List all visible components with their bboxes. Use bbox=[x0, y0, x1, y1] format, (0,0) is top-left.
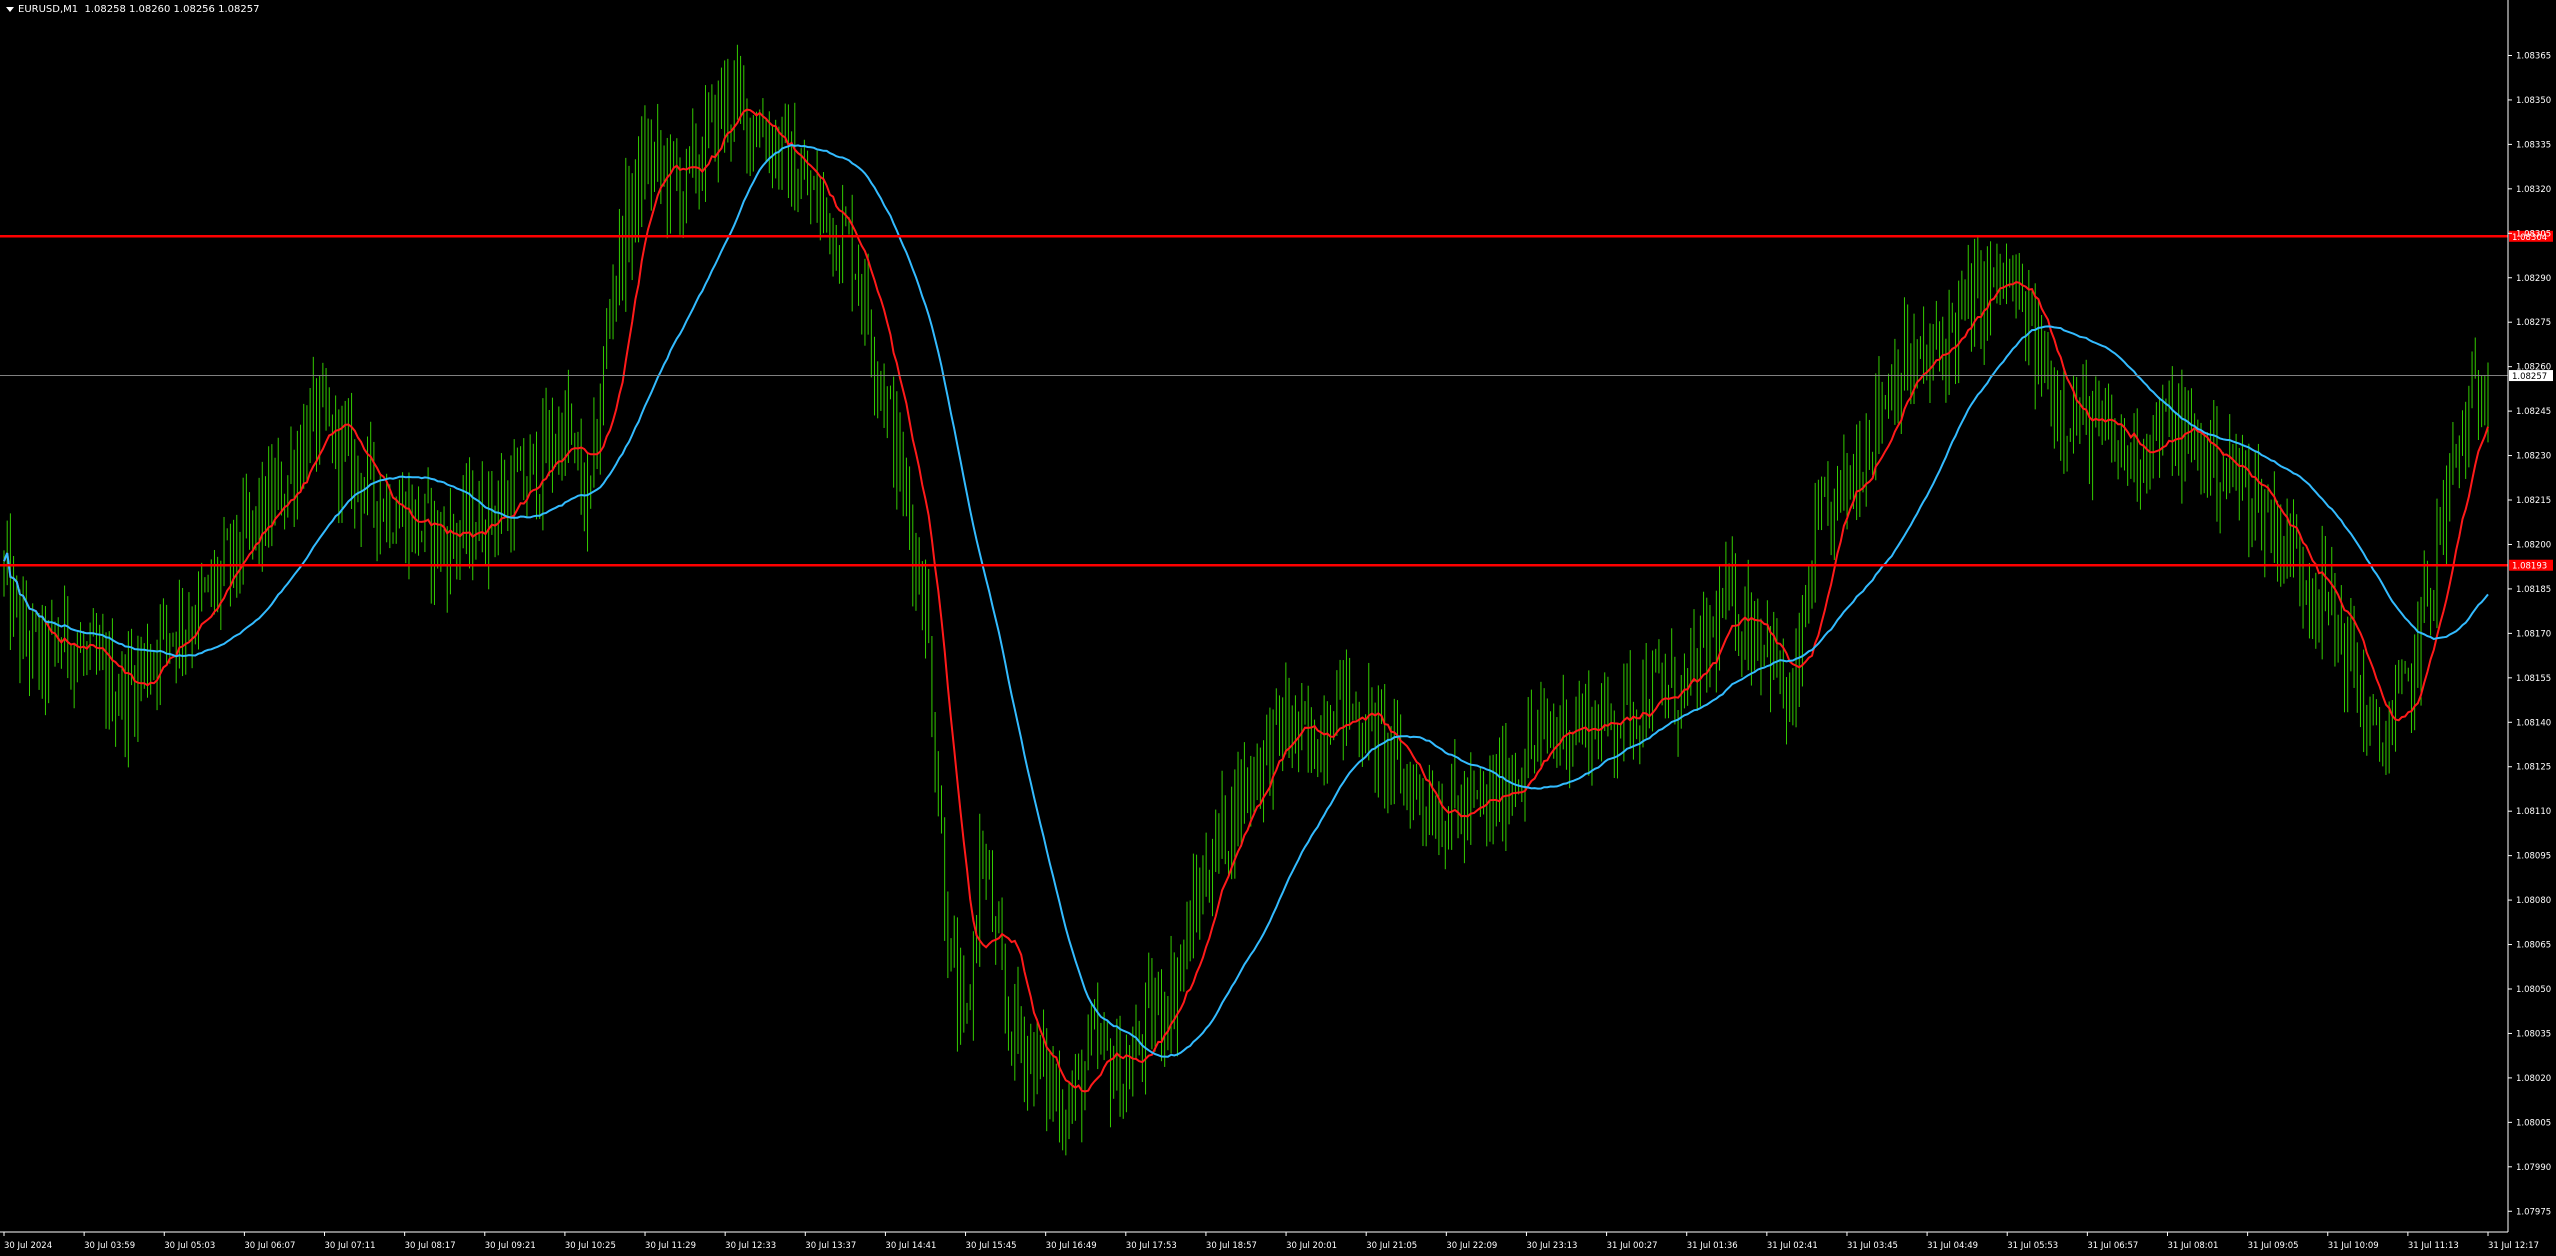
time-tick-label: 30 Jul 06:07 bbox=[244, 1241, 295, 1251]
time-tick-label: 30 Jul 14:41 bbox=[885, 1241, 936, 1251]
time-tick-label: 30 Jul 23:13 bbox=[1526, 1241, 1577, 1251]
chart-background bbox=[0, 0, 2556, 1256]
time-tick-label: 30 Jul 07:11 bbox=[325, 1241, 376, 1251]
price-tick-label: 1.08185 bbox=[2516, 585, 2551, 595]
time-tick-label: 30 Jul 09:21 bbox=[485, 1241, 536, 1251]
time-tick-label: 31 Jul 03:45 bbox=[1847, 1241, 1898, 1251]
time-tick-label: 31 Jul 02:41 bbox=[1767, 1241, 1818, 1251]
price-tick-label: 1.08170 bbox=[2516, 629, 2551, 639]
price-tick-label: 1.08050 bbox=[2516, 985, 2551, 995]
price-chart[interactable]: 1.083041.081931.08257 1.083651.083501.08… bbox=[0, 0, 2556, 1256]
price-tick-label: 1.08350 bbox=[2516, 96, 2551, 106]
price-tick-label: 1.08245 bbox=[2516, 407, 2551, 417]
price-tick-label: 1.08305 bbox=[2516, 229, 2551, 239]
price-tick-label: 1.08110 bbox=[2516, 807, 2551, 817]
price-tick-label: 1.08005 bbox=[2516, 1118, 2551, 1128]
dropdown-arrow-icon[interactable] bbox=[6, 6, 14, 12]
time-tick-label: 31 Jul 00:27 bbox=[1607, 1241, 1658, 1251]
ohlc-values: 1.08258 1.08260 1.08256 1.08257 bbox=[84, 4, 260, 15]
time-tick-label: 30 Jul 20:01 bbox=[1286, 1241, 1337, 1251]
price-tick-label: 1.08065 bbox=[2516, 941, 2551, 951]
time-tick-label: 30 Jul 18:57 bbox=[1206, 1241, 1257, 1251]
time-tick-label: 31 Jul 06:57 bbox=[2087, 1241, 2138, 1251]
price-tick-label: 1.08020 bbox=[2516, 1074, 2551, 1084]
price-tick-label: 1.08080 bbox=[2516, 896, 2551, 906]
price-tick-label: 1.07975 bbox=[2516, 1207, 2551, 1217]
time-tick-label: 31 Jul 04:49 bbox=[1927, 1241, 1978, 1251]
time-tick-label: 30 Jul 2024 bbox=[4, 1241, 52, 1251]
price-tick-label: 1.08155 bbox=[2516, 674, 2551, 684]
time-tick-label: 31 Jul 08:01 bbox=[2167, 1241, 2218, 1251]
price-tick-label: 1.08365 bbox=[2516, 51, 2551, 61]
price-tick-label: 1.08260 bbox=[2516, 363, 2551, 373]
price-tick-label: 1.08320 bbox=[2516, 185, 2551, 195]
price-tick-label: 1.08125 bbox=[2516, 763, 2551, 773]
time-tick-label: 30 Jul 08:17 bbox=[405, 1241, 456, 1251]
chart-header: EURUSD,M1 1.08258 1.08260 1.08256 1.0825… bbox=[6, 3, 259, 16]
time-tick-label: 30 Jul 03:59 bbox=[84, 1241, 135, 1251]
time-tick-label: 31 Jul 09:05 bbox=[2248, 1241, 2299, 1251]
price-tick-label: 1.08335 bbox=[2516, 140, 2551, 150]
price-tick-label: 1.08290 bbox=[2516, 274, 2551, 284]
time-tick-label: 31 Jul 12:17 bbox=[2488, 1241, 2539, 1251]
time-tick-label: 31 Jul 01:36 bbox=[1687, 1241, 1738, 1251]
price-tick-label: 1.08200 bbox=[2516, 540, 2551, 550]
time-tick-label: 30 Jul 21:05 bbox=[1366, 1241, 1417, 1251]
time-tick-label: 30 Jul 05:03 bbox=[164, 1241, 215, 1251]
time-tick-label: 30 Jul 16:49 bbox=[1046, 1241, 1097, 1251]
price-tick-label: 1.08275 bbox=[2516, 318, 2551, 328]
price-tick-label: 1.08095 bbox=[2516, 852, 2551, 862]
price-tag-label: 1.08257 bbox=[2512, 372, 2547, 382]
time-tick-label: 30 Jul 17:53 bbox=[1126, 1241, 1177, 1251]
symbol-label: EURUSD,M1 bbox=[18, 4, 79, 15]
time-tick-label: 30 Jul 11:29 bbox=[645, 1241, 696, 1251]
price-tick-label: 1.07990 bbox=[2516, 1163, 2551, 1173]
price-tick-label: 1.08140 bbox=[2516, 718, 2551, 728]
price-tag-label: 1.08193 bbox=[2512, 562, 2547, 572]
price-tick-label: 1.08035 bbox=[2516, 1029, 2551, 1039]
time-tick-label: 31 Jul 05:53 bbox=[2007, 1241, 2058, 1251]
price-tick-label: 1.08215 bbox=[2516, 496, 2551, 506]
time-tick-label: 30 Jul 13:37 bbox=[805, 1241, 856, 1251]
time-tick-label: 30 Jul 10:25 bbox=[565, 1241, 616, 1251]
price-tick-label: 1.08230 bbox=[2516, 452, 2551, 462]
time-tick-label: 30 Jul 22:09 bbox=[1446, 1241, 1497, 1251]
time-tick-label: 31 Jul 10:09 bbox=[2328, 1241, 2379, 1251]
time-tick-label: 30 Jul 15:45 bbox=[966, 1241, 1017, 1251]
time-tick-label: 31 Jul 11:13 bbox=[2408, 1241, 2459, 1251]
time-tick-label: 30 Jul 12:33 bbox=[725, 1241, 776, 1251]
